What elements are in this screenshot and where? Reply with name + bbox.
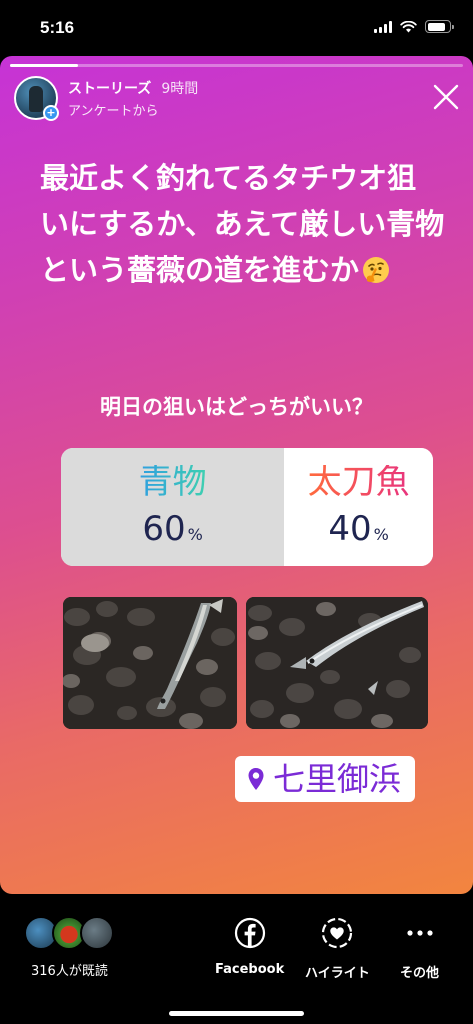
status-icons — [374, 20, 454, 33]
wifi-icon — [400, 20, 417, 32]
add-story-plus-icon[interactable]: + — [43, 105, 59, 121]
story-header: + ストーリーズ 9時間 アンケートから — [14, 76, 198, 121]
close-icon[interactable] — [433, 84, 459, 110]
poll-question: 明日の狙いはどっちがいい？ — [100, 395, 373, 419]
highlight-button[interactable]: ハイライト — [305, 916, 370, 981]
poll-option-label: 青物 — [138, 462, 207, 502]
more-dots-icon — [406, 930, 433, 936]
battery-level — [427, 22, 446, 31]
story-progress-fill — [10, 64, 78, 67]
viewers-count[interactable]: 316人が既読 — [31, 960, 108, 979]
location-pin-icon — [248, 768, 264, 790]
status-bar: 5:16 — [0, 0, 473, 56]
facebook-label: Facebook — [215, 962, 285, 977]
status-time: 5:16 — [40, 18, 75, 37]
yellowtail-on-pebbles-photo — [63, 597, 237, 729]
poll-percent-unit: % — [373, 525, 389, 544]
avatar-figure — [29, 86, 43, 112]
story-card[interactable]: + ストーリーズ 9時間 アンケートから 最近よく釣れてるタチウオ狙いにするか、… — [0, 56, 473, 894]
story-header-text: ストーリーズ 9時間 アンケートから — [68, 78, 198, 119]
viewer-avatar[interactable] — [80, 916, 114, 950]
profile-avatar[interactable]: + — [14, 76, 59, 121]
viewer-avatars[interactable] — [24, 916, 124, 950]
more-options-button[interactable]: その他 — [400, 916, 439, 981]
story-progress-bar — [10, 64, 463, 67]
poll-sticker[interactable]: 青物 60% 太刀魚 40% — [61, 448, 433, 566]
story-time-ago: 9時間 — [161, 80, 199, 97]
cutlassfish-on-pebbles-photo — [246, 597, 428, 729]
poll-option-aomono[interactable]: 青物 60% — [61, 448, 285, 566]
facebook-icon — [234, 917, 265, 949]
location-sticker[interactable]: 七里御浜 — [235, 756, 416, 802]
poll-option-tachiuo[interactable]: 太刀魚 40% — [284, 448, 433, 566]
location-name: 七里御浜 — [273, 760, 402, 798]
poll-percent-unit: % — [187, 525, 203, 544]
poll-percent-value: 40 — [328, 509, 372, 549]
battery-icon — [425, 20, 454, 33]
thinking-face-emoji — [363, 257, 390, 283]
more-label: その他 — [400, 966, 440, 981]
bottom-bar: 316人が既読 Facebook ハイライト その他 — [0, 894, 473, 1024]
poll-option-percent: 60% — [142, 509, 202, 549]
poll-option-percent: 40% — [328, 509, 388, 549]
cellular-signal-icon — [374, 20, 392, 33]
story-subtitle: アンケートから — [68, 103, 159, 119]
story-author[interactable]: ストーリーズ — [68, 78, 151, 98]
highlight-label: ハイライト — [305, 966, 370, 981]
highlight-heart-icon — [322, 917, 353, 949]
story-caption: 最近よく釣れてるタチウオ狙いにするか、あえて厳しい青物という薔薇の道を進むか — [40, 155, 445, 293]
facebook-share-button[interactable]: Facebook — [215, 916, 284, 977]
poll-option-label: 太刀魚 — [307, 462, 410, 502]
home-indicator[interactable] — [169, 1011, 304, 1016]
poll-percent-value: 60 — [142, 509, 186, 549]
